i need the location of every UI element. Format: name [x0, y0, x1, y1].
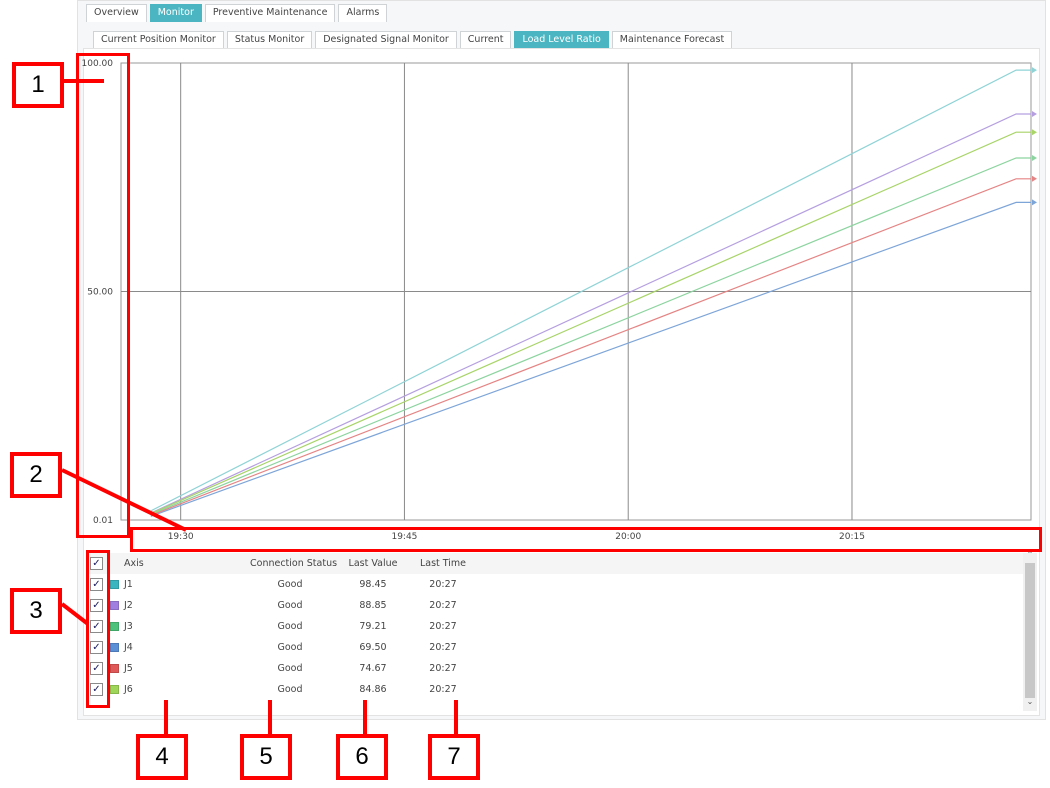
callout-1-highlight	[76, 53, 130, 538]
row-last-time: 20:27	[429, 663, 457, 674]
callout-7: 7	[428, 734, 480, 780]
row-last-value: 69.50	[359, 642, 387, 653]
load-level-chart: 19:30 19:45 20:00 20:15100.0050.000.01	[82, 59, 1037, 542]
callout-2: 2	[10, 452, 62, 498]
series-line-j5	[150, 178, 1031, 516]
row-axis: J6	[124, 684, 133, 695]
header-axis[interactable]: Axis	[124, 553, 144, 574]
row-axis: J4	[124, 642, 133, 653]
row-connection-status: Good	[277, 621, 303, 632]
table-header-row: ✓ Axis Connection Status Last Value Last…	[88, 553, 1023, 574]
row-axis: J5	[124, 663, 133, 674]
series-end-marker-j3	[1032, 155, 1037, 162]
row-axis: J1	[124, 579, 133, 590]
row-last-time: 20:27	[429, 621, 457, 632]
row-last-time: 20:27	[429, 579, 457, 590]
callout-1: 1	[12, 62, 64, 108]
series-end-marker-j6	[1032, 129, 1037, 136]
table-row[interactable]: ✓ J6 Good 84.86 20:27	[88, 679, 1023, 700]
header-connection-status[interactable]: Connection Status	[250, 553, 337, 574]
row-last-value: 88.85	[359, 600, 387, 611]
row-last-value: 84.86	[359, 684, 387, 695]
row-last-value: 74.67	[359, 663, 387, 674]
table-scrollbar[interactable]: ⌃ ⌄	[1023, 550, 1037, 711]
series-line-j6	[150, 131, 1031, 515]
table-row[interactable]: ✓ J3 Good 79.21 20:27	[88, 616, 1023, 637]
callout-4: 4	[136, 734, 188, 780]
row-connection-status: Good	[277, 642, 303, 653]
table-row[interactable]: ✓ J4 Good 69.50 20:27	[88, 637, 1023, 658]
row-connection-status: Good	[277, 600, 303, 611]
header-last-value[interactable]: Last Value	[338, 553, 408, 574]
series-end-marker-j2	[1032, 110, 1037, 117]
series-line-j1	[150, 69, 1031, 512]
row-last-time: 20:27	[429, 684, 457, 695]
row-axis: J3	[124, 621, 133, 632]
series-line-j3	[150, 157, 1031, 516]
series-end-marker-j4	[1032, 199, 1037, 206]
table-row[interactable]: ✓ J2 Good 88.85 20:27	[88, 595, 1023, 616]
row-last-time: 20:27	[429, 642, 457, 653]
row-last-value: 98.45	[359, 579, 387, 590]
axis-color-swatch	[110, 685, 119, 694]
axis-color-swatch	[110, 580, 119, 589]
row-connection-status: Good	[277, 579, 303, 590]
table-row[interactable]: ✓ J1 Good 98.45 20:27	[88, 574, 1023, 595]
scroll-down-icon[interactable]: ⌄	[1023, 697, 1037, 706]
row-axis: J2	[124, 600, 133, 611]
series-line-j2	[150, 113, 1031, 514]
table-row[interactable]: ✓ J5 Good 74.67 20:27	[88, 658, 1023, 679]
axis-color-swatch	[110, 622, 119, 631]
row-connection-status: Good	[277, 684, 303, 695]
row-last-value: 79.21	[359, 621, 387, 632]
callout-5: 5	[240, 734, 292, 780]
row-connection-status: Good	[277, 663, 303, 674]
callout-2-highlight	[130, 527, 1042, 552]
axis-color-swatch	[110, 643, 119, 652]
header-last-time[interactable]: Last Time	[418, 553, 468, 574]
axis-color-swatch	[110, 601, 119, 610]
series-end-marker-j1	[1032, 67, 1037, 74]
scrollbar-thumb[interactable]	[1025, 563, 1035, 698]
axis-color-swatch	[110, 664, 119, 673]
callout-3: 3	[10, 588, 62, 634]
series-line-j4	[150, 201, 1031, 517]
series-end-marker-j5	[1032, 175, 1037, 182]
row-last-time: 20:27	[429, 600, 457, 611]
callout-3-highlight	[86, 550, 110, 708]
callout-6: 6	[336, 734, 388, 780]
